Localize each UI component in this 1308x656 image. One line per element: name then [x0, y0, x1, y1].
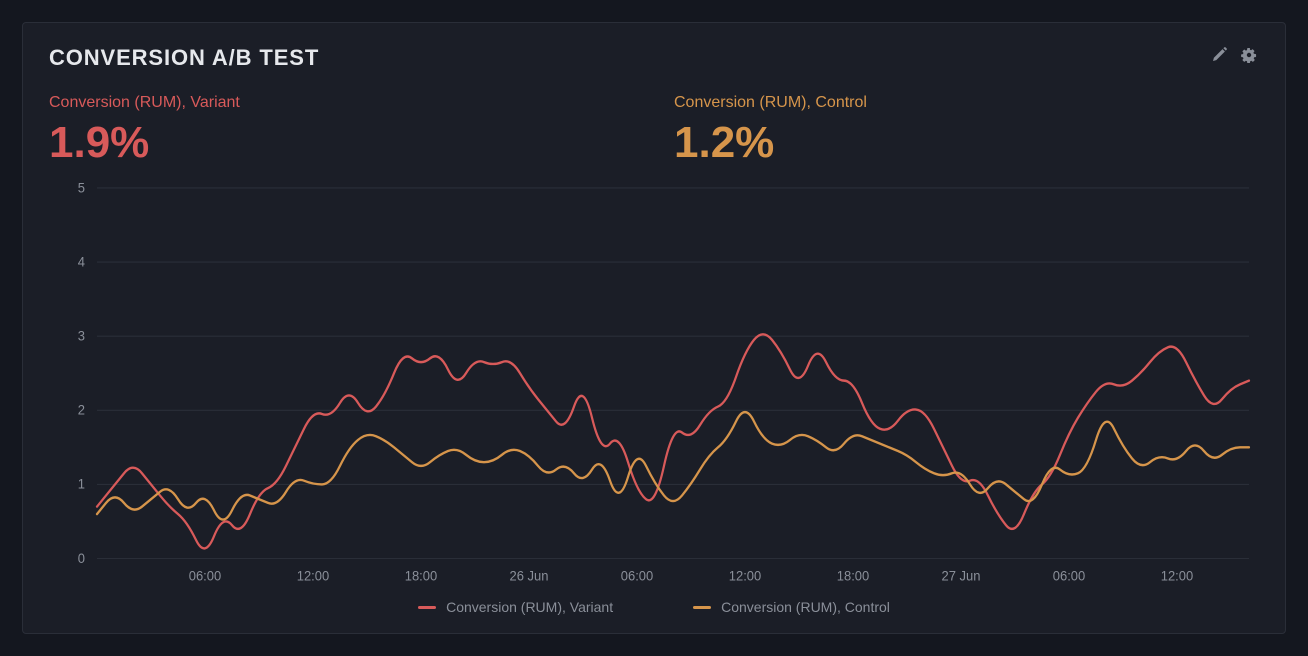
chart-legend: Conversion (RUM), Variant Conversion (RU… [49, 599, 1259, 615]
edit-icon[interactable] [1209, 45, 1229, 65]
svg-text:06:00: 06:00 [189, 568, 222, 584]
svg-text:0: 0 [78, 550, 86, 566]
kpi-control-value: 1.2% [674, 118, 1259, 169]
svg-text:18:00: 18:00 [837, 568, 870, 584]
svg-text:2: 2 [78, 402, 85, 418]
svg-text:4: 4 [78, 254, 86, 270]
kpi-row: Conversion (RUM), Variant 1.9% Conversio… [49, 93, 1259, 169]
svg-text:3: 3 [78, 328, 85, 344]
legend-label-control: Conversion (RUM), Control [721, 599, 890, 615]
kpi-variant-value: 1.9% [49, 118, 634, 169]
svg-text:06:00: 06:00 [621, 568, 654, 584]
legend-label-variant: Conversion (RUM), Variant [446, 599, 613, 615]
svg-text:1: 1 [78, 476, 85, 492]
svg-text:26 Jun: 26 Jun [510, 568, 549, 584]
legend-item-variant[interactable]: Conversion (RUM), Variant [418, 599, 613, 615]
svg-text:12:00: 12:00 [729, 568, 762, 584]
gear-icon[interactable] [1239, 45, 1259, 65]
panel-title: CONVERSION A/B TEST [49, 45, 319, 71]
svg-text:06:00: 06:00 [1053, 568, 1086, 584]
chart: 0 1 2 3 4 5 06:00 12:00 18:00 26 Jun 06:00 12:00 18:… [49, 177, 1259, 591]
svg-text:27 Jun: 27 Jun [942, 568, 981, 584]
kpi-variant: Conversion (RUM), Variant 1.9% [49, 93, 634, 169]
svg-text:18:00: 18:00 [405, 568, 438, 584]
svg-text:5: 5 [78, 180, 85, 196]
kpi-control: Conversion (RUM), Control 1.2% [674, 93, 1259, 169]
panel-conversion-ab-test: CONVERSION A/B TEST Conversion (RUM), Va… [22, 22, 1286, 634]
panel-actions [1209, 45, 1259, 65]
chart-svg: 0 1 2 3 4 5 06:00 12:00 18:00 26 Jun 06:00 12:00 18:… [49, 177, 1259, 591]
panel-header: CONVERSION A/B TEST [49, 45, 1259, 71]
legend-swatch-control [693, 606, 711, 609]
kpi-variant-label: Conversion (RUM), Variant [49, 93, 634, 112]
svg-text:12:00: 12:00 [1161, 568, 1194, 584]
svg-text:12:00: 12:00 [297, 568, 330, 584]
legend-swatch-variant [418, 606, 436, 609]
legend-item-control[interactable]: Conversion (RUM), Control [693, 599, 890, 615]
kpi-control-label: Conversion (RUM), Control [674, 93, 1259, 112]
